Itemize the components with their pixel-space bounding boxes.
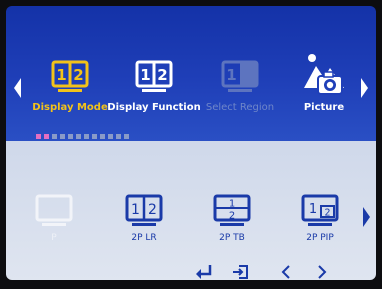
enter-button[interactable] [194,262,214,282]
svg-text:1: 1 [309,202,317,217]
svg-text:1: 1 [56,66,66,84]
menu-item-label: Display Mode [32,102,108,113]
chevron-right-icon [318,265,327,279]
submenu-item-2p-tb[interactable]: 1 2 2P TB [202,193,262,243]
menu-item-label: Picture [303,102,345,113]
submenu-item-p[interactable]: P [24,193,84,243]
page-dot [84,134,89,139]
page-dot [52,134,57,139]
svg-text:2: 2 [324,208,330,219]
menu-item-picture[interactable]: Picture [296,52,352,113]
svg-text:2: 2 [73,66,83,84]
svg-text:1: 1 [226,66,236,84]
select-region-icon: 1 [221,60,259,92]
osd-menu: 1 2 Display Mode 1 2 Display Function 1 [6,6,376,280]
submenu-scroll-right-icon[interactable] [363,207,370,227]
submenu-item-label: 2P TB [219,233,245,243]
page-dot [76,134,81,139]
page-dot [108,134,113,139]
split-top-bottom-icon: 1 2 [213,194,251,226]
main-menu-bar: 1 2 Display Mode 1 2 Display Function 1 [6,6,376,141]
picture-camera-icon [304,54,344,95]
svg-text:1: 1 [229,199,235,210]
menu-item-display-function[interactable]: 1 2 Display Function [107,58,201,113]
previous-button[interactable] [276,262,296,282]
page-dot [124,134,129,139]
enter-icon [196,265,212,279]
exit-button[interactable] [230,262,250,282]
split-screen-12-icon: 1 2 [51,60,89,92]
page-dot [92,134,97,139]
page-dot [116,134,121,139]
submenu-item-label: P [51,233,57,243]
page-dot [60,134,65,139]
page-dot [100,134,105,139]
submenu-item-label: 2P PIP [306,233,334,243]
svg-text:2: 2 [157,66,167,84]
menu-item-label: Display Function [107,102,201,113]
submenu-panel: P 1 2 2P LR 1 2 2P TB 1 2 2P PIP [6,141,376,280]
menu-item-label: Select Region [205,102,275,113]
exit-icon [233,265,248,279]
submenu-item-2p-pip[interactable]: 1 2 2P PIP [290,193,350,243]
menu-item-select-region[interactable]: 1 Select Region [202,58,278,113]
menu-scroll-left-icon[interactable] [14,78,21,98]
page-dot [44,134,49,139]
split-screen-12-icon: 1 2 [135,60,173,92]
menu-scroll-right-icon[interactable] [361,78,368,98]
page-indicator [36,134,129,139]
split-left-right-icon: 1 2 [125,194,163,226]
menu-item-display-mode[interactable]: 1 2 Display Mode [32,58,108,113]
submenu-item-label: 2P LR [131,233,157,243]
page-dot [36,134,41,139]
chevron-left-icon [281,265,290,279]
svg-text:1: 1 [140,66,150,84]
next-button[interactable] [312,262,332,282]
submenu-item-2p-lr[interactable]: 1 2 2P LR [114,193,174,243]
page-dot [68,134,73,139]
svg-text:1: 1 [131,202,140,218]
picture-in-picture-icon: 1 2 [301,194,339,226]
svg-text:2: 2 [148,202,157,218]
svg-text:2: 2 [229,211,235,222]
single-screen-icon [35,194,73,226]
